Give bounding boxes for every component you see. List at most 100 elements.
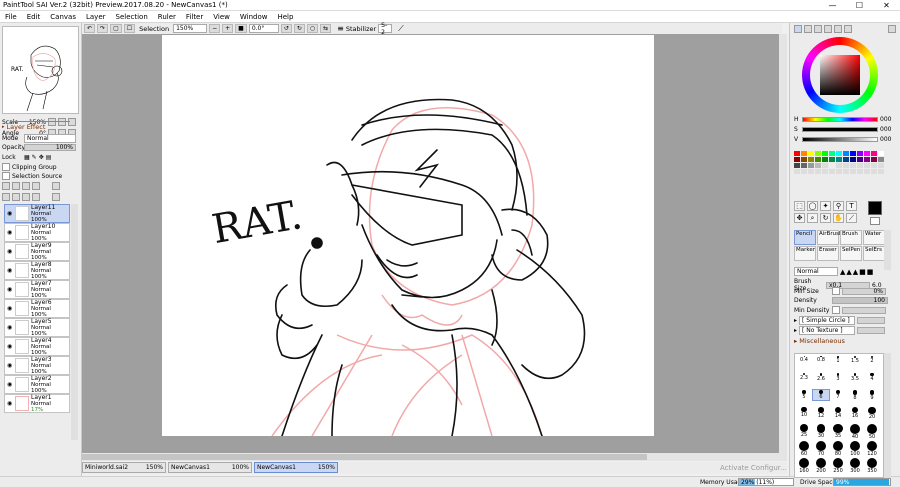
flip-button[interactable]: ⇆ (320, 24, 332, 33)
eye-icon[interactable]: ◉ (7, 248, 13, 255)
brush-water[interactable]: Water (863, 230, 885, 245)
pen-pressure-icon[interactable]: ⟋ (394, 24, 404, 34)
brush-size-preset[interactable]: 2.6 (813, 373, 829, 382)
hand-icon[interactable]: ✋ (833, 213, 844, 223)
tab-miniworld[interactable]: Miniworld.sai2 150% (82, 462, 166, 473)
brush-size-preset[interactable]: 7 (830, 390, 846, 400)
brush-eraser[interactable]: Eraser (817, 246, 839, 261)
brush-size-preset[interactable]: 1 (830, 356, 846, 364)
menu-ruler[interactable]: Ruler (153, 13, 181, 21)
brush-texture-select[interactable]: [ No Texture ] (799, 326, 856, 335)
rotate-icon[interactable]: ↻ (820, 213, 831, 223)
eye-icon[interactable]: ◉ (7, 229, 13, 236)
brush-size-presets[interactable]: 0.4 0.8 1 1.5 2 2.3 2.6 3 3.5 4 5 6 7 8 9 10 12 14 16 20 25 3… (794, 353, 884, 478)
brush-size-preset[interactable]: 4 (864, 373, 880, 382)
brush-brush[interactable]: Brush (840, 230, 862, 245)
deselect-icon[interactable]: ▢ (110, 24, 122, 33)
brush-shape-strength[interactable] (857, 317, 886, 324)
maximize-button[interactable]: ☐ (846, 0, 873, 11)
layer-item[interactable]: ◉ Layer8 Normal 100% (4, 261, 70, 280)
brush-size-preset[interactable]: 300 (847, 458, 863, 474)
menu-layer[interactable]: Layer (81, 13, 111, 21)
palette-tab-icon[interactable] (824, 25, 832, 33)
rect-select-icon[interactable]: ⬚ (794, 201, 805, 211)
min-size-checkbox[interactable] (832, 287, 840, 295)
menu-view[interactable]: View (208, 13, 235, 21)
brush-marker[interactable]: Marker (794, 246, 816, 261)
mixer-tab-icon[interactable] (834, 25, 842, 33)
close-button[interactable]: ✕ (873, 0, 900, 11)
magic-wand-icon[interactable]: ✦ (820, 201, 831, 211)
menu-selection[interactable]: Selection (111, 13, 153, 21)
brush-size-preset[interactable]: 8 (847, 390, 863, 401)
eye-icon[interactable]: ◉ (7, 362, 13, 369)
menu-filter[interactable]: Filter (181, 13, 208, 21)
menu-file[interactable]: File (0, 13, 22, 21)
new-mask-icon[interactable] (32, 182, 40, 190)
horizontal-scrollbar[interactable] (82, 453, 787, 461)
layer-item[interactable]: ◉ Layer1 Normal 17% (4, 394, 70, 413)
merge-visible-icon[interactable] (22, 193, 30, 201)
rgb-slider-tab-icon[interactable] (804, 25, 812, 33)
zoom-field[interactable]: 150% (173, 24, 208, 33)
primary-color-swatch[interactable] (868, 201, 882, 215)
menu-help[interactable]: Help (272, 13, 298, 21)
lock-transparency-icon[interactable]: ▦ (24, 154, 30, 161)
navigator-preview[interactable]: RAT. (2, 26, 79, 114)
delete-layer-icon[interactable] (52, 193, 60, 201)
brush-size-preset[interactable]: 350 (864, 458, 880, 474)
brush-size-preset[interactable]: 10 (796, 407, 812, 418)
selection-source-checkbox[interactable] (2, 172, 10, 180)
brush-size-scrollbar[interactable] (884, 353, 891, 478)
rotate-reset-button[interactable]: ○ (306, 24, 319, 33)
value-slider[interactable] (802, 137, 878, 142)
minimize-button[interactable]: — (819, 0, 846, 11)
brush-size-preset[interactable]: 20 (864, 407, 880, 420)
merge-down-icon[interactable] (12, 193, 20, 201)
brush-size-preset[interactable]: 9 (864, 390, 880, 401)
brush-size-preset[interactable]: 160 (796, 458, 812, 474)
eye-icon[interactable]: ◉ (7, 324, 13, 331)
layer-list-scrollbar[interactable] (71, 204, 78, 440)
brush-size-preset[interactable]: 2 (864, 356, 880, 364)
layer-settings-icon[interactable] (52, 182, 60, 190)
miscellaneous-header[interactable]: ▸ Miscellaneous (794, 337, 845, 345)
eye-icon[interactable]: ◉ (7, 267, 13, 274)
brush-size-preset[interactable]: 25 (796, 424, 812, 438)
transfer-down-icon[interactable] (2, 193, 10, 201)
brush-tools-scrollbar[interactable] (884, 230, 891, 270)
new-linework-icon[interactable] (12, 182, 20, 190)
layer-item[interactable]: ◉ Layer7 Normal 100% (4, 280, 70, 299)
selection-toggle-icon[interactable]: ☐ (123, 24, 136, 33)
menu-canvas[interactable]: Canvas (45, 13, 81, 21)
eye-icon[interactable]: ◉ (7, 381, 13, 388)
stabilizer-select[interactable]: S-2 (378, 22, 393, 36)
layer-item[interactable]: ◉ Layer5 Normal 100% (4, 318, 70, 337)
tab-newcanvas1-active[interactable]: NewCanvas1 150% (254, 462, 338, 473)
lock-all-icon[interactable]: ▤ (46, 154, 52, 161)
eye-icon[interactable]: ◉ (7, 305, 13, 312)
brush-size-preset[interactable]: 3 (830, 373, 846, 382)
tab-newcanvas1[interactable]: NewCanvas1 100% (168, 462, 252, 473)
eyedropper-icon[interactable]: ⚲ (833, 201, 844, 211)
zoom-in-button[interactable]: + (222, 24, 234, 33)
scale-slider[interactable] (10, 121, 70, 122)
brush-mode-select[interactable]: Normal (794, 267, 838, 276)
scale-plus-button[interactable] (58, 118, 66, 126)
min-density-slider[interactable] (842, 306, 886, 314)
undo-icon[interactable]: ↶ (84, 24, 96, 33)
brush-shape-select[interactable]: [ Simple Circle ] (799, 316, 856, 325)
new-layer-icon[interactable] (2, 182, 10, 190)
brush-size-preset[interactable]: 40 (847, 424, 863, 440)
brush-size-preset[interactable]: 35 (830, 424, 846, 439)
rotate-right-button[interactable]: ↻ (293, 24, 305, 33)
eye-icon[interactable]: ◉ (7, 210, 13, 217)
eye-icon[interactable]: ◉ (7, 286, 13, 293)
brush-texture-strength[interactable] (857, 327, 886, 334)
min-density-checkbox[interactable] (832, 306, 840, 314)
zoom-icon[interactable]: ⌕ (807, 213, 818, 223)
hue-slider[interactable] (802, 117, 878, 122)
brush-size-preset[interactable]: 120 (864, 441, 880, 457)
rotation-field[interactable]: 0.0° (248, 24, 279, 33)
clear-layer-icon[interactable] (32, 193, 40, 201)
